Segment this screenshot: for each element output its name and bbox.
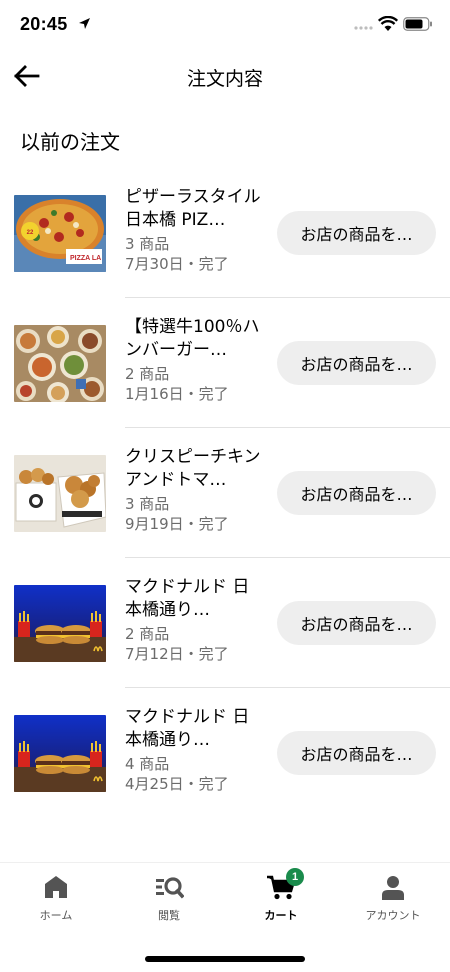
burger-spread-image	[14, 325, 106, 402]
order-info: クリスピーチキンアンドトマ… 3 商品 9月19日・完了	[125, 446, 265, 534]
nav-item-account[interactable]: アカウント	[353, 871, 433, 923]
store-name: クリスピーチキンアンドトマ…	[125, 447, 261, 490]
home-indicator	[145, 956, 305, 962]
order-list: 22 PIZZA LA ピザーラスタイル 日本橋 PIZ… 3 商品 7月30日…	[0, 168, 450, 818]
store-name: マクドナルド 日本橋通り…	[125, 707, 250, 750]
pizza-la-logo: PIZZA LA	[70, 255, 101, 262]
wifi-icon	[378, 16, 398, 31]
order-item[interactable]: マクドナルド 日本橋通り… 2 商品 7月12日・完了 お店の商品を…	[0, 558, 450, 688]
view-store-items-button[interactable]: お店の商品を…	[277, 731, 436, 775]
view-store-items-button[interactable]: お店の商品を…	[277, 341, 436, 385]
order-item[interactable]: 22 PIZZA LA ピザーラスタイル 日本橋 PIZ… 3 商品 7月30日…	[0, 168, 450, 298]
item-count: 2 商品	[125, 625, 170, 643]
order-date-status: 4月25日・完了	[125, 775, 229, 793]
status-bar: 20:45	[0, 0, 450, 50]
location-arrow-icon	[79, 18, 90, 29]
order-history-screen: 20:45 注文内容 以前の注文 22 PIZZA LA ピザーラスタイル 日本…	[0, 0, 450, 972]
store-name: マクドナルド 日本橋通り…	[125, 577, 250, 620]
order-info: マクドナルド 日本橋通り… 4 商品 4月25日・完了	[125, 706, 265, 794]
store-name: 【特選牛100％ハンバーガー…	[125, 317, 260, 360]
item-count: 2 商品	[125, 365, 170, 383]
cellular-signal-icon	[354, 26, 373, 30]
nav-label: ホーム	[39, 909, 73, 922]
nav-label: 閲覧	[158, 909, 180, 922]
order-info: マクドナルド 日本橋通り… 2 商品 7月12日・完了	[125, 576, 265, 664]
item-count: 3 商品	[125, 235, 170, 253]
account-icon	[382, 876, 404, 900]
view-store-items-button[interactable]: お店の商品を…	[277, 211, 436, 255]
view-store-items-button[interactable]: お店の商品を…	[277, 471, 436, 515]
svg-text:22: 22	[27, 230, 34, 236]
mcdonalds-image	[14, 715, 106, 792]
order-info: ピザーラスタイル 日本橋 PIZ… 3 商品 7月30日・完了	[125, 186, 265, 274]
nav-item-cart[interactable]: 1 カート	[241, 868, 321, 923]
order-item[interactable]: マクドナルド 日本橋通り… 4 商品 4月25日・完了 お店の商品を…	[0, 688, 450, 818]
mcdonalds-image	[14, 585, 106, 662]
home-icon	[45, 876, 67, 898]
order-date-status: 1月16日・完了	[125, 385, 229, 403]
item-count: 3 商品	[125, 495, 170, 513]
order-info: 【特選牛100％ハンバーガー… 2 商品 1月16日・完了	[125, 316, 265, 404]
nav-item-home[interactable]: ホーム	[16, 871, 96, 923]
nav-item-browse[interactable]: 閲覧	[129, 871, 209, 923]
battery-icon	[403, 17, 432, 31]
nav-label: カート	[264, 909, 298, 922]
pizza-image: 22 PIZZA LA	[14, 195, 106, 272]
status-time: 20:45	[20, 14, 68, 34]
item-count: 4 商品	[125, 755, 170, 773]
order-item[interactable]: クリスピーチキンアンドトマ… 3 商品 9月19日・完了 お店の商品を…	[0, 428, 450, 558]
fried-chicken-image	[14, 455, 106, 532]
nav-label: アカウント	[365, 909, 421, 922]
page-title: 注文内容	[186, 68, 263, 90]
order-date-status: 7月30日・完了	[125, 255, 229, 273]
order-date-status: 7月12日・完了	[125, 645, 229, 663]
cart-count-badge: 1	[286, 868, 304, 886]
browse-icon	[156, 877, 184, 899]
section-title: 以前の注文	[20, 130, 120, 154]
store-name: ピザーラスタイル 日本橋 PIZ…	[125, 187, 261, 230]
order-date-status: 9月19日・完了	[125, 515, 229, 533]
order-item[interactable]: 【特選牛100％ハンバーガー… 2 商品 1月16日・完了 お店の商品を…	[0, 298, 450, 428]
view-store-items-button[interactable]: お店の商品を…	[277, 601, 436, 645]
header: 注文内容	[0, 50, 450, 102]
